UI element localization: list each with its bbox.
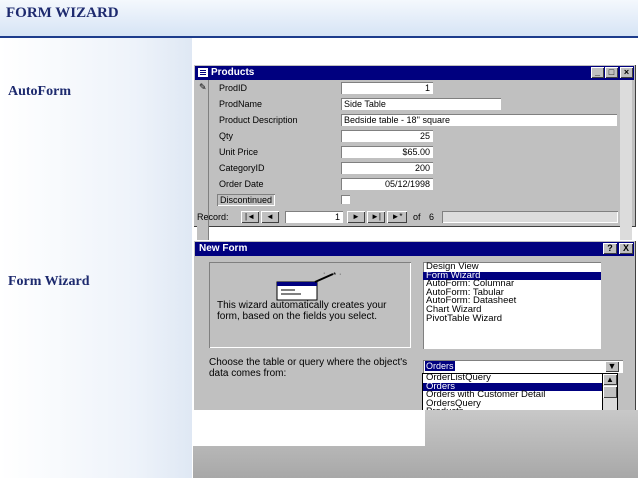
next-record-button[interactable]: ► bbox=[347, 211, 365, 223]
new-form-titlebar: New Form ? X bbox=[195, 242, 634, 256]
slide-title: FORM WIZARD bbox=[6, 5, 119, 21]
qty-field[interactable]: 25 bbox=[341, 130, 433, 142]
new-record-button[interactable]: ►* bbox=[387, 211, 407, 223]
discontinued-checkbox[interactable] bbox=[341, 195, 350, 204]
wizard-icon: * · · bbox=[275, 270, 347, 302]
svg-text:*: * bbox=[333, 271, 336, 280]
form-type-option[interactable]: PivotTable Wizard bbox=[423, 314, 601, 324]
new-form-title: New Form bbox=[199, 243, 248, 254]
orderdate-field[interactable]: 05/12/1998 bbox=[341, 178, 433, 190]
form-icon bbox=[198, 68, 208, 77]
scroll-thumb[interactable] bbox=[603, 386, 617, 398]
wizard-preview-panel: * · · This wizard automatically creates … bbox=[209, 262, 411, 348]
combo-dropdown-arrow-icon[interactable]: ▼ bbox=[605, 361, 619, 372]
scroll-up-icon[interactable]: ▲ bbox=[603, 374, 617, 385]
products-title: Products bbox=[211, 67, 255, 78]
choose-table-prompt: Choose the table or query where the obje… bbox=[209, 357, 408, 379]
field-label-unitprice: Unit Price bbox=[219, 147, 259, 157]
first-record-button[interactable]: |◄ bbox=[241, 211, 259, 223]
description-field[interactable]: Bedside table - 18'' square bbox=[341, 114, 617, 126]
slide-title-bar: FORM WIZARD bbox=[0, 0, 638, 36]
record-navigation: Record: |◄ ◄ 1 ► ►| ►* of 6 bbox=[197, 210, 632, 224]
unitprice-field[interactable]: $65.00 bbox=[341, 146, 433, 158]
help-button[interactable]: ? bbox=[603, 243, 617, 254]
field-label-qty: Qty bbox=[219, 131, 234, 141]
categoryid-field[interactable]: 200 bbox=[341, 162, 433, 174]
autoform-label: AutoForm bbox=[8, 84, 71, 99]
products-titlebar: Products _ □ × bbox=[195, 66, 634, 80]
formwizard-label: Form Wizard bbox=[8, 274, 90, 289]
horizontal-scrollbar[interactable] bbox=[442, 211, 618, 223]
record-total: 6 bbox=[429, 212, 435, 222]
maximize-button[interactable]: □ bbox=[605, 67, 618, 78]
combo-value: Orders bbox=[425, 361, 455, 371]
field-label-categoryid: CategoryID bbox=[219, 163, 265, 173]
field-label-prodid: ProdID bbox=[219, 83, 248, 93]
table-combo[interactable]: Orders bbox=[423, 360, 623, 373]
record-of-label: of bbox=[413, 212, 421, 222]
svg-text:·: · bbox=[323, 270, 325, 277]
field-label-description: Product Description bbox=[219, 115, 298, 125]
record-label: Record: bbox=[197, 212, 229, 222]
record-number-field[interactable]: 1 bbox=[285, 211, 343, 223]
prev-record-button[interactable]: ◄ bbox=[261, 211, 279, 223]
form-type-list[interactable]: Design View Form Wizard AutoForm: Columnar… bbox=[423, 262, 601, 349]
prodid-field[interactable]: 1 bbox=[341, 82, 433, 94]
products-window: Products _ □ × ✎ ProdID 1 ProdName Side … bbox=[193, 64, 636, 272]
discontinued-label: Discontinued bbox=[217, 194, 276, 206]
last-record-button[interactable]: ►| bbox=[367, 211, 385, 223]
dialog-close-button[interactable]: X bbox=[619, 243, 633, 254]
svg-text:·: · bbox=[339, 271, 341, 278]
wizard-description: This wizard automatically creates your f… bbox=[217, 300, 387, 322]
close-button[interactable]: × bbox=[620, 67, 633, 78]
field-label-prodname: ProdName bbox=[219, 99, 263, 109]
minimize-button[interactable]: _ bbox=[591, 67, 604, 78]
prodname-field[interactable]: Side Table bbox=[341, 98, 501, 110]
left-panel: AutoForm Form Wizard bbox=[0, 38, 192, 478]
blank-region bbox=[193, 410, 425, 446]
record-pencil-icon: ✎ bbox=[199, 82, 207, 92]
field-label-orderdate: Order Date bbox=[219, 179, 264, 189]
